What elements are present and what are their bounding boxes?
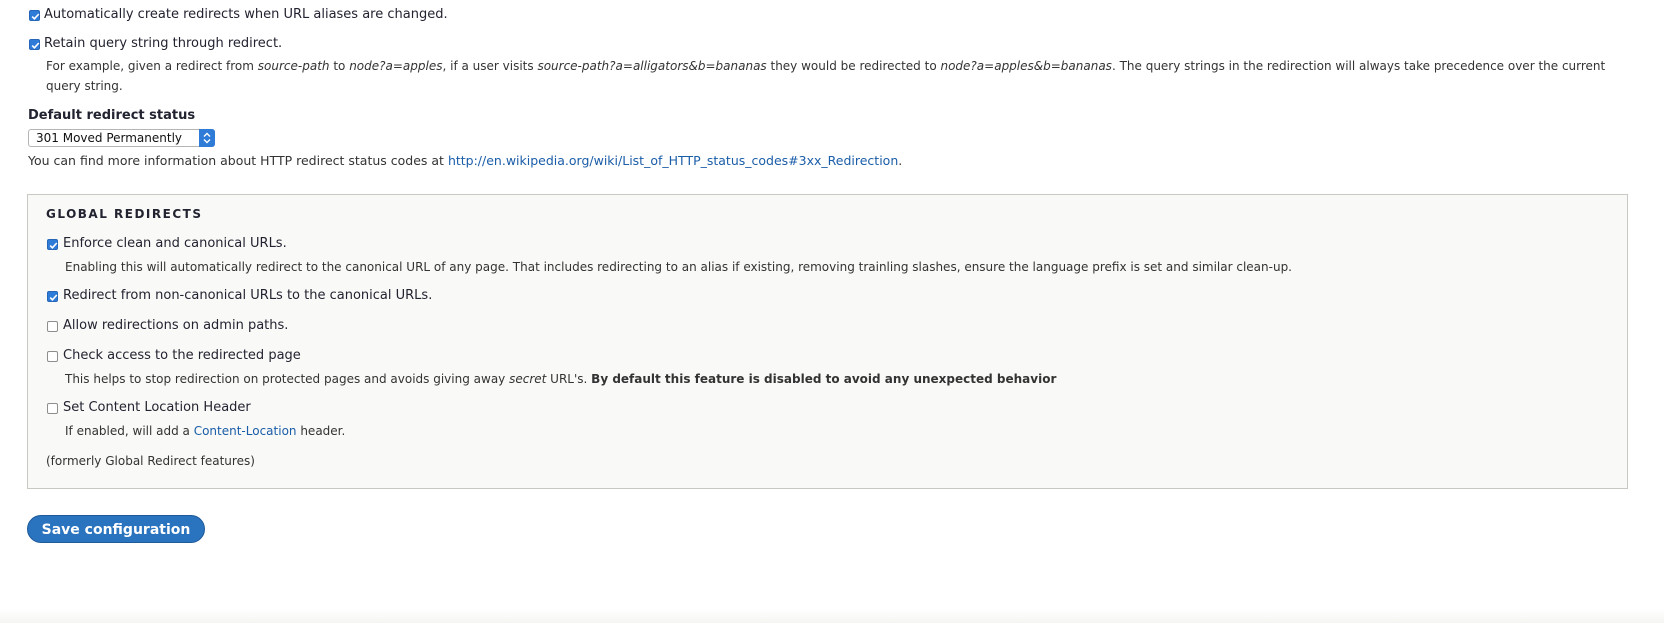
status-codes-link[interactable]: http://en.wikipedia.org/wiki/List_of_HTT… — [448, 153, 898, 168]
enforce-canonical-label[interactable]: Enforce clean and canonical URLs. — [63, 236, 287, 251]
checkmark-icon — [49, 294, 58, 301]
default-status-title: Default redirect status — [28, 108, 196, 123]
admin-paths-label[interactable]: Allow redirections on admin paths. — [63, 318, 288, 333]
status-info-text: You can find more information about HTTP… — [28, 153, 903, 168]
retain-query-description: For example, given a redirect from sourc… — [46, 59, 1606, 93]
page-bottom-edge — [0, 609, 1664, 623]
retain-query-checkbox[interactable] — [29, 39, 40, 50]
auto-redirect-checkbox[interactable] — [29, 10, 40, 21]
enforce-canonical-checkbox[interactable] — [47, 239, 58, 250]
formerly-note: (formerly Global Redirect features) — [46, 454, 255, 468]
noncanonical-checkbox[interactable] — [47, 291, 58, 302]
select-arrows-icon — [199, 129, 215, 147]
enforce-canonical-description: Enabling this will automatically redirec… — [65, 260, 1292, 274]
content-location-link[interactable]: Content-Location — [194, 424, 297, 438]
auto-redirect-label[interactable]: Automatically create redirects when URL … — [44, 7, 448, 22]
check-access-description: This helps to stop redirection on protec… — [65, 372, 1057, 386]
check-access-label[interactable]: Check access to the redirected page — [63, 348, 301, 363]
retain-query-label[interactable]: Retain query string through redirect. — [44, 36, 282, 51]
default-status-value: 301 Moved Permanently — [36, 131, 183, 145]
content-location-description: If enabled, will add a Content-Location … — [65, 424, 346, 438]
checkmark-icon — [31, 13, 40, 20]
content-location-label[interactable]: Set Content Location Header — [63, 400, 251, 415]
save-configuration-button[interactable]: Save configuration — [27, 515, 205, 543]
content-location-checkbox[interactable] — [47, 403, 58, 414]
checkmark-icon — [31, 42, 40, 49]
admin-paths-checkbox[interactable] — [47, 321, 58, 332]
noncanonical-label[interactable]: Redirect from non-canonical URLs to the … — [63, 288, 432, 303]
check-access-checkbox[interactable] — [47, 351, 58, 362]
checkmark-icon — [49, 242, 58, 249]
default-status-select[interactable]: 301 Moved Permanently — [28, 129, 215, 147]
global-redirects-legend: GLOBAL REDIRECTS — [46, 207, 203, 221]
